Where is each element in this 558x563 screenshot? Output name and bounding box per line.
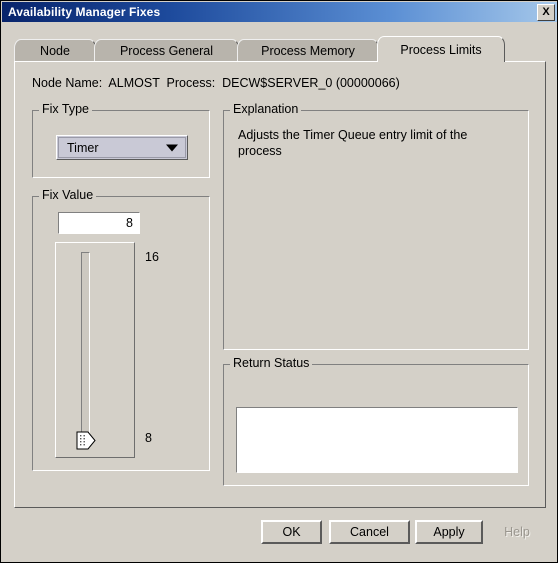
close-icon[interactable]: X xyxy=(537,3,555,21)
slider-track[interactable] xyxy=(81,252,90,448)
fix-type-group-title: Fix Type xyxy=(39,102,93,116)
tab-strip: Node Process General Process Memory Proc… xyxy=(14,36,546,62)
fix-value-group: Fix Value 8 16 8 xyxy=(32,188,210,471)
fix-type-selected-label: Timer xyxy=(67,140,99,155)
ok-button[interactable]: OK xyxy=(261,520,322,544)
dialog-body: Node Process General Process Memory Proc… xyxy=(2,22,557,562)
tab-process-memory-label: Process Memory xyxy=(261,43,355,58)
slider-thumb-icon[interactable] xyxy=(76,431,96,450)
availability-manager-fixes-dialog: Availability Manager Fixes X Node Proces… xyxy=(0,0,558,563)
slider-min-label: 8 xyxy=(145,431,152,445)
fix-value-group-title: Fix Value xyxy=(39,188,97,202)
tab-node-label: Node xyxy=(40,43,70,58)
explanation-text: Adjusts the Timer Queue entry limit of t… xyxy=(238,128,468,158)
fix-value-input[interactable]: 8 xyxy=(58,212,140,234)
tab-process-limits[interactable]: Process Limits xyxy=(377,36,505,62)
fix-type-dropdown[interactable]: Timer xyxy=(56,135,188,160)
node-process-info: Node Name: ALMOST Process: DECW$SERVER_0… xyxy=(32,76,400,90)
tab-node[interactable]: Node xyxy=(14,39,96,61)
tab-panel-process-limits: Node Name: ALMOST Process: DECW$SERVER_0… xyxy=(14,61,546,508)
return-status-group: Return Status xyxy=(223,356,529,486)
help-button: Help xyxy=(488,520,546,544)
tab-process-general[interactable]: Process General xyxy=(94,39,239,61)
fix-type-group: Fix Type Timer xyxy=(32,102,210,178)
window-title: Availability Manager Fixes xyxy=(8,5,161,19)
tab-process-limits-label: Process Limits xyxy=(400,42,482,57)
explanation-group-title: Explanation xyxy=(230,102,302,116)
title-bar: Availability Manager Fixes X xyxy=(2,2,557,22)
apply-button[interactable]: Apply xyxy=(415,520,483,544)
chevron-down-icon xyxy=(166,144,178,151)
fix-value-slider[interactable] xyxy=(55,242,135,458)
tab-process-memory[interactable]: Process Memory xyxy=(237,39,379,61)
explanation-group: Explanation Adjusts the Timer Queue entr… xyxy=(223,102,529,350)
cancel-button[interactable]: Cancel xyxy=(329,520,410,544)
tab-process-general-label: Process General xyxy=(119,43,214,58)
return-status-group-title: Return Status xyxy=(230,356,313,370)
return-status-textarea[interactable] xyxy=(236,407,518,473)
slider-max-label: 16 xyxy=(145,250,159,264)
